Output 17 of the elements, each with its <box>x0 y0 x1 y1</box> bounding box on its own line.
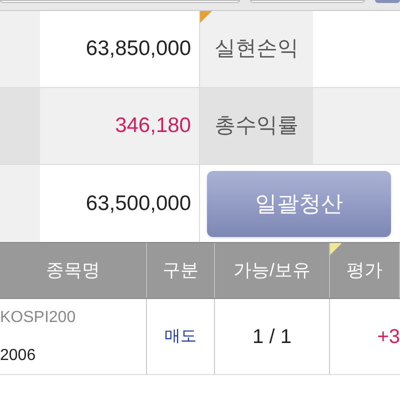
evaluation-text: +3 <box>377 324 400 350</box>
label-text: 총수익률 <box>214 113 298 140</box>
input-field[interactable] <box>250 0 365 3</box>
toolbar-button[interactable] <box>375 0 400 3</box>
amount-value: 63,850,000 <box>86 36 191 62</box>
amount-value: 346,180 <box>115 113 191 140</box>
label-text: 실현손익 <box>214 36 298 62</box>
column-header: 평가 <box>330 243 400 298</box>
item-name: KOSPI200 <box>0 308 77 328</box>
amount-value: 63,500,000 <box>86 190 191 217</box>
quantity-text: 1 / 1 <box>252 324 292 350</box>
side-text: 매도 <box>164 326 196 346</box>
column-header: 구분 <box>147 243 215 298</box>
column-header: 종목명 <box>0 243 147 298</box>
input-field[interactable] <box>0 0 240 3</box>
item-code: 2006 <box>0 346 37 366</box>
liquidate-all-button[interactable]: 일괄청산 <box>207 170 391 236</box>
